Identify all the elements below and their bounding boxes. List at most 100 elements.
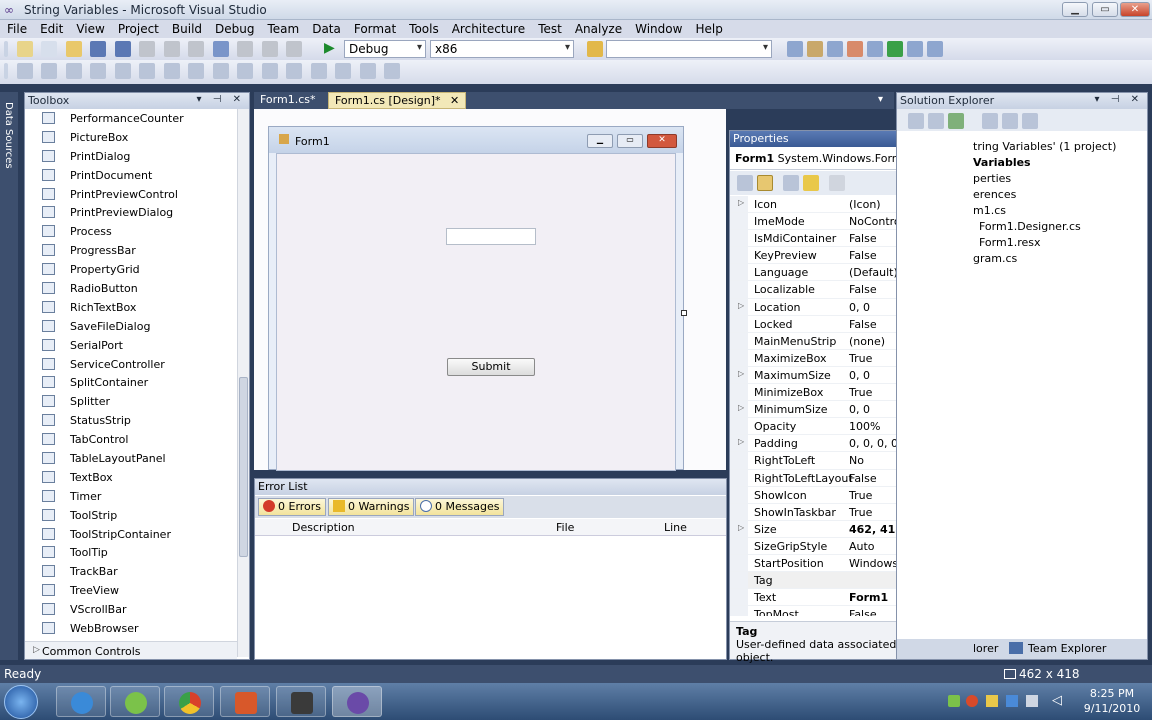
toolbox-item[interactable]: PerformanceCounter <box>25 109 249 128</box>
tab-team-explorer[interactable]: Team Explorer <box>1028 642 1106 655</box>
tray-network-icon[interactable] <box>1006 695 1018 707</box>
horizontal-spacing-icon[interactable] <box>237 63 253 79</box>
panel-controls[interactable]: ▾ ⊣ ✕ <box>1095 94 1143 105</box>
expand-arrow-icon[interactable]: ▷ <box>738 301 744 310</box>
menu-test[interactable]: Test <box>531 20 568 36</box>
toolbox-group-header[interactable]: ▷ Common Controls <box>25 641 237 659</box>
resize-handle[interactable] <box>681 310 687 316</box>
toolbox-item[interactable]: ServiceController <box>25 355 249 374</box>
tab-order-icon[interactable] <box>384 63 400 79</box>
open-file-icon[interactable] <box>65 41 82 57</box>
taskbar-camtasia[interactable] <box>276 686 326 717</box>
toolbox-item[interactable]: RadioButton <box>25 279 249 298</box>
menu-project[interactable]: Project <box>111 20 165 36</box>
extension-manager-icon[interactable] <box>907 41 923 57</box>
warnings-filter-button[interactable]: 0 Warnings <box>328 498 415 516</box>
menu-edit[interactable]: Edit <box>33 20 69 36</box>
toolbox-item[interactable]: Process <box>25 222 249 241</box>
menu-architecture[interactable]: Architecture <box>445 20 531 36</box>
menu-analyze[interactable]: Analyze <box>568 20 628 36</box>
toolbox-item[interactable]: SplitContainer <box>25 373 249 392</box>
properties-window-icon[interactable] <box>807 41 823 57</box>
messages-filter-button[interactable]: 0 Messages <box>415 498 505 516</box>
expand-arrow-icon[interactable]: ▷ <box>738 369 744 378</box>
property-value[interactable]: 0, 0 <box>849 369 870 382</box>
property-value[interactable]: (Default) <box>849 266 898 279</box>
make-same-size-icon[interactable] <box>212 63 229 79</box>
property-value[interactable]: False <box>849 283 877 296</box>
close-button[interactable]: ✕ <box>1120 2 1150 17</box>
property-value[interactable]: False <box>849 249 877 262</box>
property-value[interactable]: 0, 0 <box>849 301 870 314</box>
solution-tree-item[interactable]: perties <box>973 172 1011 185</box>
align-to-grid-icon[interactable] <box>16 63 33 79</box>
panel-controls[interactable]: ▾ ⊣ ✕ <box>197 94 245 105</box>
menu-help[interactable]: Help <box>688 20 728 36</box>
toolbox-item[interactable]: WebBrowser <box>25 619 249 638</box>
toolbox-item[interactable]: RichTextBox <box>25 298 249 317</box>
taskbar-ie[interactable] <box>56 686 106 717</box>
solution-tree-item[interactable]: erences <box>973 188 1016 201</box>
team-explorer-icon[interactable] <box>867 41 883 57</box>
configuration-select[interactable]: Debug <box>344 40 426 58</box>
view-designer-icon[interactable] <box>1002 113 1018 129</box>
toolbox-item[interactable]: TableLayoutPanel <box>25 449 249 468</box>
tray-monitor-icon[interactable] <box>1026 695 1038 707</box>
align-lefts-icon[interactable] <box>41 63 57 79</box>
toolbox-item[interactable]: PrintDocument <box>25 166 249 185</box>
menu-debug[interactable]: Debug <box>208 20 260 36</box>
solution-tree-item[interactable]: m1.cs <box>973 204 1006 217</box>
tray-app-icon[interactable] <box>948 695 960 707</box>
property-value[interactable]: (none) <box>849 335 885 348</box>
solution-tree-item[interactable]: gram.cs <box>973 252 1017 265</box>
menu-data[interactable]: Data <box>305 20 347 36</box>
show-all-files-icon[interactable] <box>928 113 944 129</box>
property-value[interactable]: (Icon) <box>849 198 881 211</box>
toolbox-item[interactable]: PrintPreviewDialog <box>25 203 249 222</box>
property-value[interactable]: 0, 0 <box>849 403 870 416</box>
solution-tree-item[interactable]: Form1.resx <box>979 236 1041 249</box>
platform-select[interactable]: x86 <box>430 40 574 58</box>
property-value[interactable]: False <box>849 608 877 616</box>
column-file[interactable]: File <box>556 521 574 534</box>
toolbox-item[interactable]: PrintPreviewControl <box>25 185 249 204</box>
solution-tree-item[interactable]: Variables <box>973 156 1031 169</box>
data-sources-strip[interactable]: Data Sources <box>0 92 18 660</box>
save-icon[interactable] <box>90 41 106 57</box>
toolbox-item[interactable]: Timer <box>25 487 249 506</box>
categorized-icon[interactable] <box>737 175 753 191</box>
tray-alert-icon[interactable] <box>966 695 978 707</box>
alphabetical-icon[interactable] <box>757 175 773 191</box>
form-designer[interactable]: Form1 ▁ ▭ ✕ Submit <box>268 126 687 471</box>
view-code-icon[interactable] <box>982 113 998 129</box>
scrollbar-thumb[interactable] <box>239 377 248 557</box>
tab-overflow-icon[interactable]: ▾ <box>878 94 883 105</box>
solution-tree-item[interactable]: Form1.Designer.cs <box>979 220 1081 233</box>
property-value[interactable]: No <box>849 454 864 467</box>
toolbox-item[interactable]: PictureBox <box>25 128 249 147</box>
align-tops-icon[interactable] <box>114 63 131 79</box>
menu-format[interactable]: Format <box>347 20 402 36</box>
class-diagram-icon[interactable] <box>1022 113 1038 129</box>
property-value[interactable]: Auto <box>849 540 875 553</box>
properties-icon[interactable] <box>908 113 924 129</box>
volume-icon[interactable]: ◁ <box>1052 693 1062 708</box>
toolbox-item[interactable]: TextBox <box>25 468 249 487</box>
tray-flag-icon[interactable] <box>986 695 998 707</box>
align-centers-icon[interactable] <box>65 63 82 79</box>
property-value[interactable]: True <box>849 489 872 502</box>
expand-arrow-icon[interactable]: ▷ <box>738 523 744 532</box>
save-all-icon[interactable] <box>114 41 131 57</box>
toolbox-item[interactable]: ToolTip <box>25 543 249 562</box>
navigate-forward-icon[interactable] <box>286 41 302 57</box>
toolbox-item[interactable]: TrackBar <box>25 562 249 581</box>
property-value[interactable]: True <box>849 506 872 519</box>
property-value[interactable]: 462, 418 <box>849 523 903 536</box>
toolbox-item[interactable]: VScrollBar <box>25 600 249 619</box>
start-debugging-icon[interactable]: ▶ <box>324 40 335 56</box>
properties-icon[interactable] <box>783 175 799 191</box>
taskbar-chrome[interactable] <box>164 686 214 717</box>
column-line[interactable]: Line <box>664 521 687 534</box>
new-project-icon[interactable] <box>16 41 33 57</box>
toolbox-item[interactable]: PropertyGrid <box>25 260 249 279</box>
